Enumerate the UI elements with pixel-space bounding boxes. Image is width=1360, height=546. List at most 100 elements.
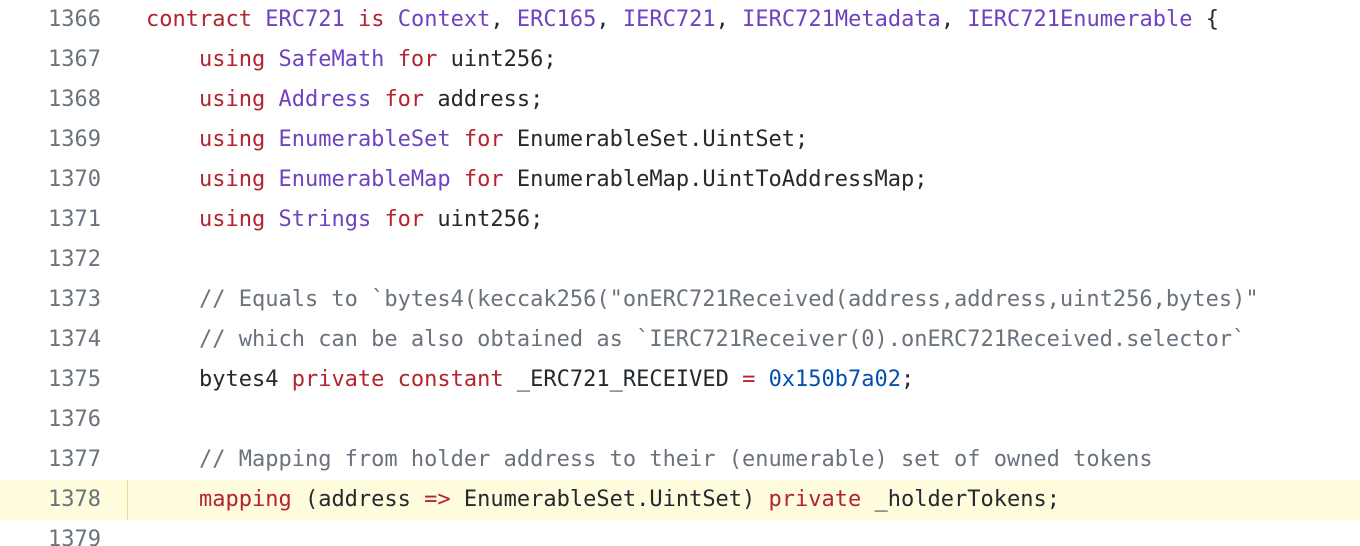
- code-token-kw: =: [742, 367, 756, 392]
- code-token-cmt: // which can be also obtained as `IERC72…: [198, 327, 1246, 352]
- code-token-txt: uint256;: [424, 207, 544, 232]
- code-token-kw: for: [384, 207, 425, 232]
- code-token-cmt: // Equals to `bytes4(keccak256("onERC721…: [198, 287, 1259, 312]
- code-text: using EnumerableSet for EnumerableSet.Ui…: [146, 120, 808, 160]
- line-number[interactable]: 1379: [48, 520, 108, 546]
- code-token-cls: ERC165: [516, 7, 597, 32]
- code-token-txt: ;: [901, 367, 915, 392]
- line-number[interactable]: 1375: [48, 360, 108, 400]
- code-line: 1369 using EnumerableSet for EnumerableS…: [0, 120, 1360, 160]
- code-token-txt: (address: [291, 487, 425, 512]
- code-token-txt: EnumerableMap.UintToAddressMap;: [503, 167, 928, 192]
- line-number[interactable]: 1374: [48, 320, 108, 360]
- code-token-indent: [146, 287, 199, 312]
- line-number[interactable]: 1372: [48, 240, 108, 280]
- code-token-kw: mapping: [198, 487, 292, 512]
- code-token-indent: [146, 367, 199, 392]
- code-text: using SafeMath for uint256;: [146, 40, 557, 80]
- code-token-txt: ,: [715, 7, 743, 32]
- code-token-kw: private: [291, 367, 385, 392]
- code-token-indent: [146, 167, 199, 192]
- code-token-cmt: // Mapping from holder address to their …: [198, 447, 1153, 472]
- code-token-indent: [146, 327, 199, 352]
- code-token-txt: address;: [424, 87, 544, 112]
- line-number[interactable]: 1370: [48, 160, 108, 200]
- line-number[interactable]: 1366: [48, 0, 108, 40]
- code-token-txt: ,: [596, 7, 623, 32]
- code-token-txt: uint256;: [437, 47, 557, 72]
- line-number[interactable]: 1369: [48, 120, 108, 160]
- code-text: using Strings for uint256;: [146, 200, 543, 240]
- code-token-txt: bytes4: [198, 367, 292, 392]
- line-number[interactable]: 1371: [48, 200, 108, 240]
- code-line: 1371 using Strings for uint256;: [0, 200, 1360, 240]
- code-text: using Address for address;: [146, 80, 543, 120]
- line-number[interactable]: 1368: [48, 80, 108, 120]
- code-token-txt: EnumerableSet.UintSet): [450, 487, 769, 512]
- line-number[interactable]: 1367: [48, 40, 108, 80]
- highlighted-code-line: 1378 mapping (address => EnumerableSet.U…: [0, 480, 1360, 520]
- code-token-kw: for: [463, 167, 504, 192]
- code-line: 1375 bytes4 private constant _ERC721_REC…: [0, 360, 1360, 400]
- code-token-indent: [146, 127, 199, 152]
- code-line: 1379: [0, 520, 1360, 546]
- code-token-indent: [146, 207, 199, 232]
- code-text: mapping (address => EnumerableSet.UintSe…: [146, 480, 1060, 520]
- code-token-txt: _ERC721_RECEIVED: [503, 367, 743, 392]
- code-token-kw: is: [357, 7, 385, 32]
- code-text: // Mapping from holder address to their …: [146, 440, 1153, 480]
- code-token-cls: IERC721Metadata: [742, 7, 941, 32]
- code-line: 1372: [0, 240, 1360, 280]
- code-token-kw: using: [198, 167, 266, 192]
- code-token-kw: for: [463, 127, 504, 152]
- code-token-txt: ,: [490, 7, 517, 32]
- code-text: using EnumerableMap for EnumerableMap.Ui…: [146, 160, 928, 200]
- code-token-txt: {: [1192, 7, 1219, 32]
- code-token-kw: for: [384, 87, 425, 112]
- code-token-kw: private: [768, 487, 862, 512]
- code-line: 1373 // Equals to `bytes4(keccak256("onE…: [0, 280, 1360, 320]
- code-line: 1367 using SafeMath for uint256;: [0, 40, 1360, 80]
- code-token-cls: Address: [278, 87, 372, 112]
- code-line: 1374 // which can be also obtained as `I…: [0, 320, 1360, 360]
- code-token-cls: EnumerableMap: [278, 167, 451, 192]
- code-token-cls: ERC721: [265, 7, 345, 32]
- code-token-cls: IERC721Enumerable: [967, 7, 1193, 32]
- code-line: 1366 contract ERC721 is Context, ERC165, …: [0, 0, 1360, 40]
- code-line: 1377 // Mapping from holder address to t…: [0, 440, 1360, 480]
- code-token-indent: [146, 487, 199, 512]
- code-line: 1370 using EnumerableMap for EnumerableM…: [0, 160, 1360, 200]
- code-text: contract ERC721 is Context, ERC165, IERC…: [146, 0, 1219, 40]
- line-number[interactable]: 1373: [48, 280, 108, 320]
- code-token-kw: using: [198, 87, 266, 112]
- code-token-cls: EnumerableSet: [278, 127, 451, 152]
- code-token-cls: SafeMath: [278, 47, 385, 72]
- code-text: // Equals to `bytes4(keccak256("onERC721…: [146, 280, 1259, 320]
- code-token-txt: EnumerableSet.UintSet;: [503, 127, 809, 152]
- code-token-num: 0x150b7a02: [768, 367, 902, 392]
- line-number[interactable]: 1378: [48, 480, 108, 520]
- code-token-kw: constant: [397, 367, 504, 392]
- code-token-indent: [146, 87, 199, 112]
- code-token-txt: _holderTokens;: [861, 487, 1060, 512]
- code-token-kw: using: [198, 47, 266, 72]
- line-number[interactable]: 1377: [48, 440, 108, 480]
- code-viewer: 1366 contract ERC721 is Context, ERC165, …: [0, 0, 1360, 546]
- code-token-cls: Strings: [278, 207, 372, 232]
- line-number[interactable]: 1376: [48, 400, 108, 440]
- code-token-kw: using: [198, 207, 266, 232]
- code-text: bytes4 private constant _ERC721_RECEIVED…: [146, 360, 914, 400]
- code-token-cls: Context: [397, 7, 491, 32]
